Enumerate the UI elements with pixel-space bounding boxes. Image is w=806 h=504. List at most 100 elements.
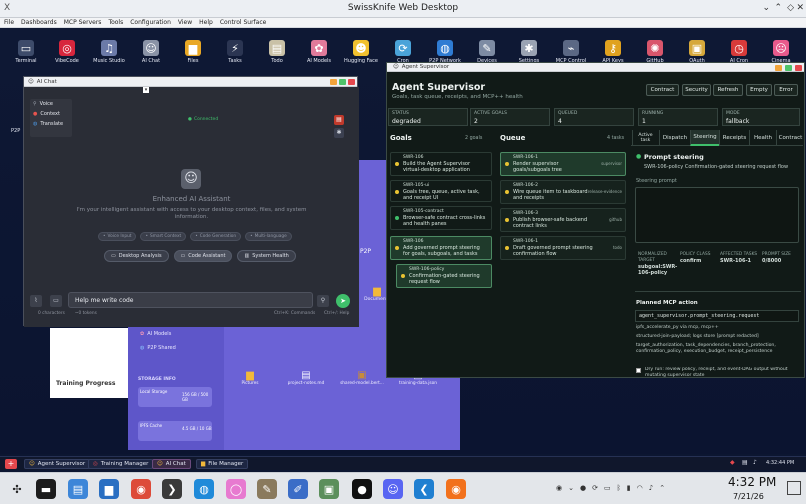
send-button[interactable]: ➤ [336, 294, 350, 308]
taskbar-date[interactable]: 7/21/26 [733, 492, 764, 501]
tab-contract[interactable]: Contract [776, 130, 804, 146]
tab-steering[interactable]: Steering [690, 130, 719, 146]
sidebar-item-ai-models[interactable]: ✿ AI Models [140, 331, 171, 337]
menu-tools[interactable]: Tools [108, 19, 123, 26]
refresh-button[interactable]: Refresh [713, 84, 743, 96]
close-icon[interactable]: ✕ [796, 3, 804, 13]
action-system-health[interactable]: ▥ System Health [237, 250, 296, 262]
close-button[interactable] [795, 65, 802, 71]
attach-icon[interactable]: ⌇ [30, 295, 42, 307]
queue-item[interactable]: SWR-106-1 Draft governed prompt steering … [500, 236, 626, 260]
github-app-icon[interactable]: ● [352, 479, 372, 499]
files-app-icon[interactable]: ▤ [68, 479, 88, 499]
start-button[interactable]: + [5, 459, 17, 469]
minimize-button[interactable] [775, 65, 782, 71]
maximize-button[interactable] [785, 65, 792, 71]
menu-dashboards[interactable]: Dashboards [21, 19, 57, 26]
queue-item[interactable]: SWR-106-3 Publish browser-safe backend co… [500, 208, 626, 232]
maximize-icon[interactable]: ⌃ [774, 3, 782, 13]
tab-receipts[interactable]: Receipts [719, 130, 749, 146]
queue-item[interactable]: SWR-106-2 Wire queue item to taskboard an… [500, 180, 626, 204]
close-button[interactable] [348, 79, 355, 85]
desktop-icon-ai-cron[interactable]: ◷ AI Cron [718, 40, 760, 64]
desktop-icon-oauth[interactable]: ▣ OAuth [676, 40, 718, 64]
security-button[interactable]: Security [682, 84, 711, 96]
export-icon[interactable]: ▤ [334, 115, 344, 125]
desktop-icon-cron[interactable]: ⟳ Cron [382, 40, 424, 64]
dropdown-icon[interactable]: ▾ [143, 87, 149, 93]
sidebar-item-p2p-shared[interactable]: ◍ P2P Shared [140, 345, 176, 351]
goal-node[interactable]: SWR-105-contract Browser-safe contract cr… [390, 206, 492, 230]
desktop-icon-tasks[interactable]: ⚡ Tasks [214, 40, 256, 64]
desktop-icon-devices[interactable]: ✎ Devices [466, 40, 508, 64]
empty-button[interactable]: Empty [746, 84, 772, 96]
tab-active-task[interactable]: Active task [632, 130, 658, 146]
chat-input[interactable] [68, 292, 313, 308]
taskbar-agent-supervisor[interactable]: ☺ Agent Supervisor [24, 459, 91, 469]
desktop-icon-files[interactable]: ▆ Files [172, 40, 214, 64]
viewer-app-icon[interactable]: ▣ [319, 479, 339, 499]
desktop-icon-api-keys[interactable]: ⚷ API Keys [592, 40, 634, 64]
dry-run-checkbox[interactable] [636, 368, 641, 373]
minimize-icon[interactable]: ⌄ [762, 3, 770, 13]
menu-context[interactable]: ● Context [30, 109, 72, 119]
goal-node[interactable]: SWR-106-policy Confirmation-gated steerin… [396, 264, 492, 288]
launcher-icon[interactable]: ✣ [7, 479, 27, 499]
ring-app-icon[interactable]: ◯ [226, 479, 246, 499]
menu-voice[interactable]: ⚲ Voice [30, 99, 72, 109]
chrome-app-icon[interactable]: ◉ [131, 479, 151, 499]
goal-node[interactable]: SWR-106 Build the Agent Supervisor virtua… [390, 152, 492, 176]
tab-dispatch[interactable]: Dispatch [659, 130, 690, 146]
desktop-icon-terminal[interactable]: ▭ Terminal [5, 40, 47, 64]
goal-node[interactable]: SWR-105-ui Goals tree, queue, active task… [390, 180, 492, 202]
menu-view[interactable]: View [178, 19, 192, 26]
gimp-app-icon[interactable]: ✎ [257, 479, 277, 499]
restore-icon[interactable]: ◇ [787, 3, 794, 13]
contract-button[interactable]: Contract [646, 84, 679, 96]
draw-app-icon[interactable]: ✐ [288, 479, 308, 499]
menu-configuration[interactable]: Configuration [130, 19, 171, 26]
menu-control-surface[interactable]: Control Surface [220, 19, 266, 26]
error-button[interactable]: Error [774, 84, 798, 96]
taskbar-time[interactable]: 4:32 PM [728, 475, 776, 489]
action-code-assistant[interactable]: ▭ Code Assistant [173, 250, 233, 262]
screen-icon[interactable]: ▭ [50, 295, 62, 307]
menu-file[interactable]: File [4, 19, 14, 26]
menu-translate[interactable]: ◍ Translate [30, 119, 72, 129]
discord-app-icon[interactable]: ☺ [383, 479, 403, 499]
file-manager-app-icon[interactable]: ▆ [99, 479, 119, 499]
desktop-icon-vibecode[interactable]: ◎ VibeCode [46, 40, 88, 64]
desktop-icon-mcp-control[interactable]: ⌁ MCP Control [550, 40, 592, 64]
queue-item[interactable]: SWR-106-1 Render supervisor goals/subgoal… [500, 152, 626, 176]
vscode-app-icon[interactable]: ❮ [414, 479, 434, 499]
file-item[interactable]: ▣ shared-model.bert... [340, 370, 384, 386]
taskbar-ai-chat[interactable]: ☺ AI Chat [152, 459, 191, 469]
menu-help[interactable]: Help [199, 19, 213, 26]
desktop-icon-settings[interactable]: ✱ Settings [508, 40, 550, 64]
steering-prompt-input[interactable] [635, 187, 799, 243]
desktop-icon-ai-models[interactable]: ✿ AI Models [298, 40, 340, 64]
file-item[interactable]: ▆ Pictures [228, 370, 272, 386]
desktop-icon-hugging-face[interactable]: ☻ Hugging Face [340, 40, 382, 64]
desktop-icon-cinema[interactable]: ☹ Cinema [760, 40, 802, 64]
desktop-icon-ai-chat[interactable]: ☺ AI Chat [130, 40, 172, 64]
vpn-app-icon[interactable]: ◍ [194, 479, 214, 499]
desktop-icon-music-studio[interactable]: ♫ Music Studio [88, 40, 130, 64]
agent-titlebar[interactable]: ☺ Agent Supervisor [387, 63, 804, 72]
taskbar-file-manager[interactable]: ▆ File Manager [196, 459, 249, 469]
action-desktop-analysis[interactable]: ▭ Desktop Analysis [104, 250, 169, 262]
goal-node[interactable]: SWR-106 Add governed prompt steering for … [390, 236, 492, 260]
ai-chat-titlebar[interactable]: ☺ AI Chat [24, 77, 357, 87]
desktop-icon-github[interactable]: ✺ GitHub [634, 40, 676, 64]
maximize-button[interactable] [339, 79, 346, 85]
desktop-icon-p2p-network[interactable]: ◍ P2P Network [424, 40, 466, 64]
console-app-icon[interactable]: ❯ [162, 479, 182, 499]
minimize-button[interactable] [330, 79, 337, 85]
file-item[interactable]: ▤ project-notes.md [284, 370, 328, 386]
microphone-button[interactable]: ⚲ [317, 295, 329, 307]
firefox-app-icon[interactable]: ◉ [446, 479, 466, 499]
show-desktop-button[interactable] [787, 481, 801, 495]
menu-mcp-servers[interactable]: MCP Servers [64, 19, 102, 26]
settings-icon[interactable]: ✱ [334, 128, 344, 138]
desktop-icon-todo[interactable]: ▤ Todo [256, 40, 298, 64]
